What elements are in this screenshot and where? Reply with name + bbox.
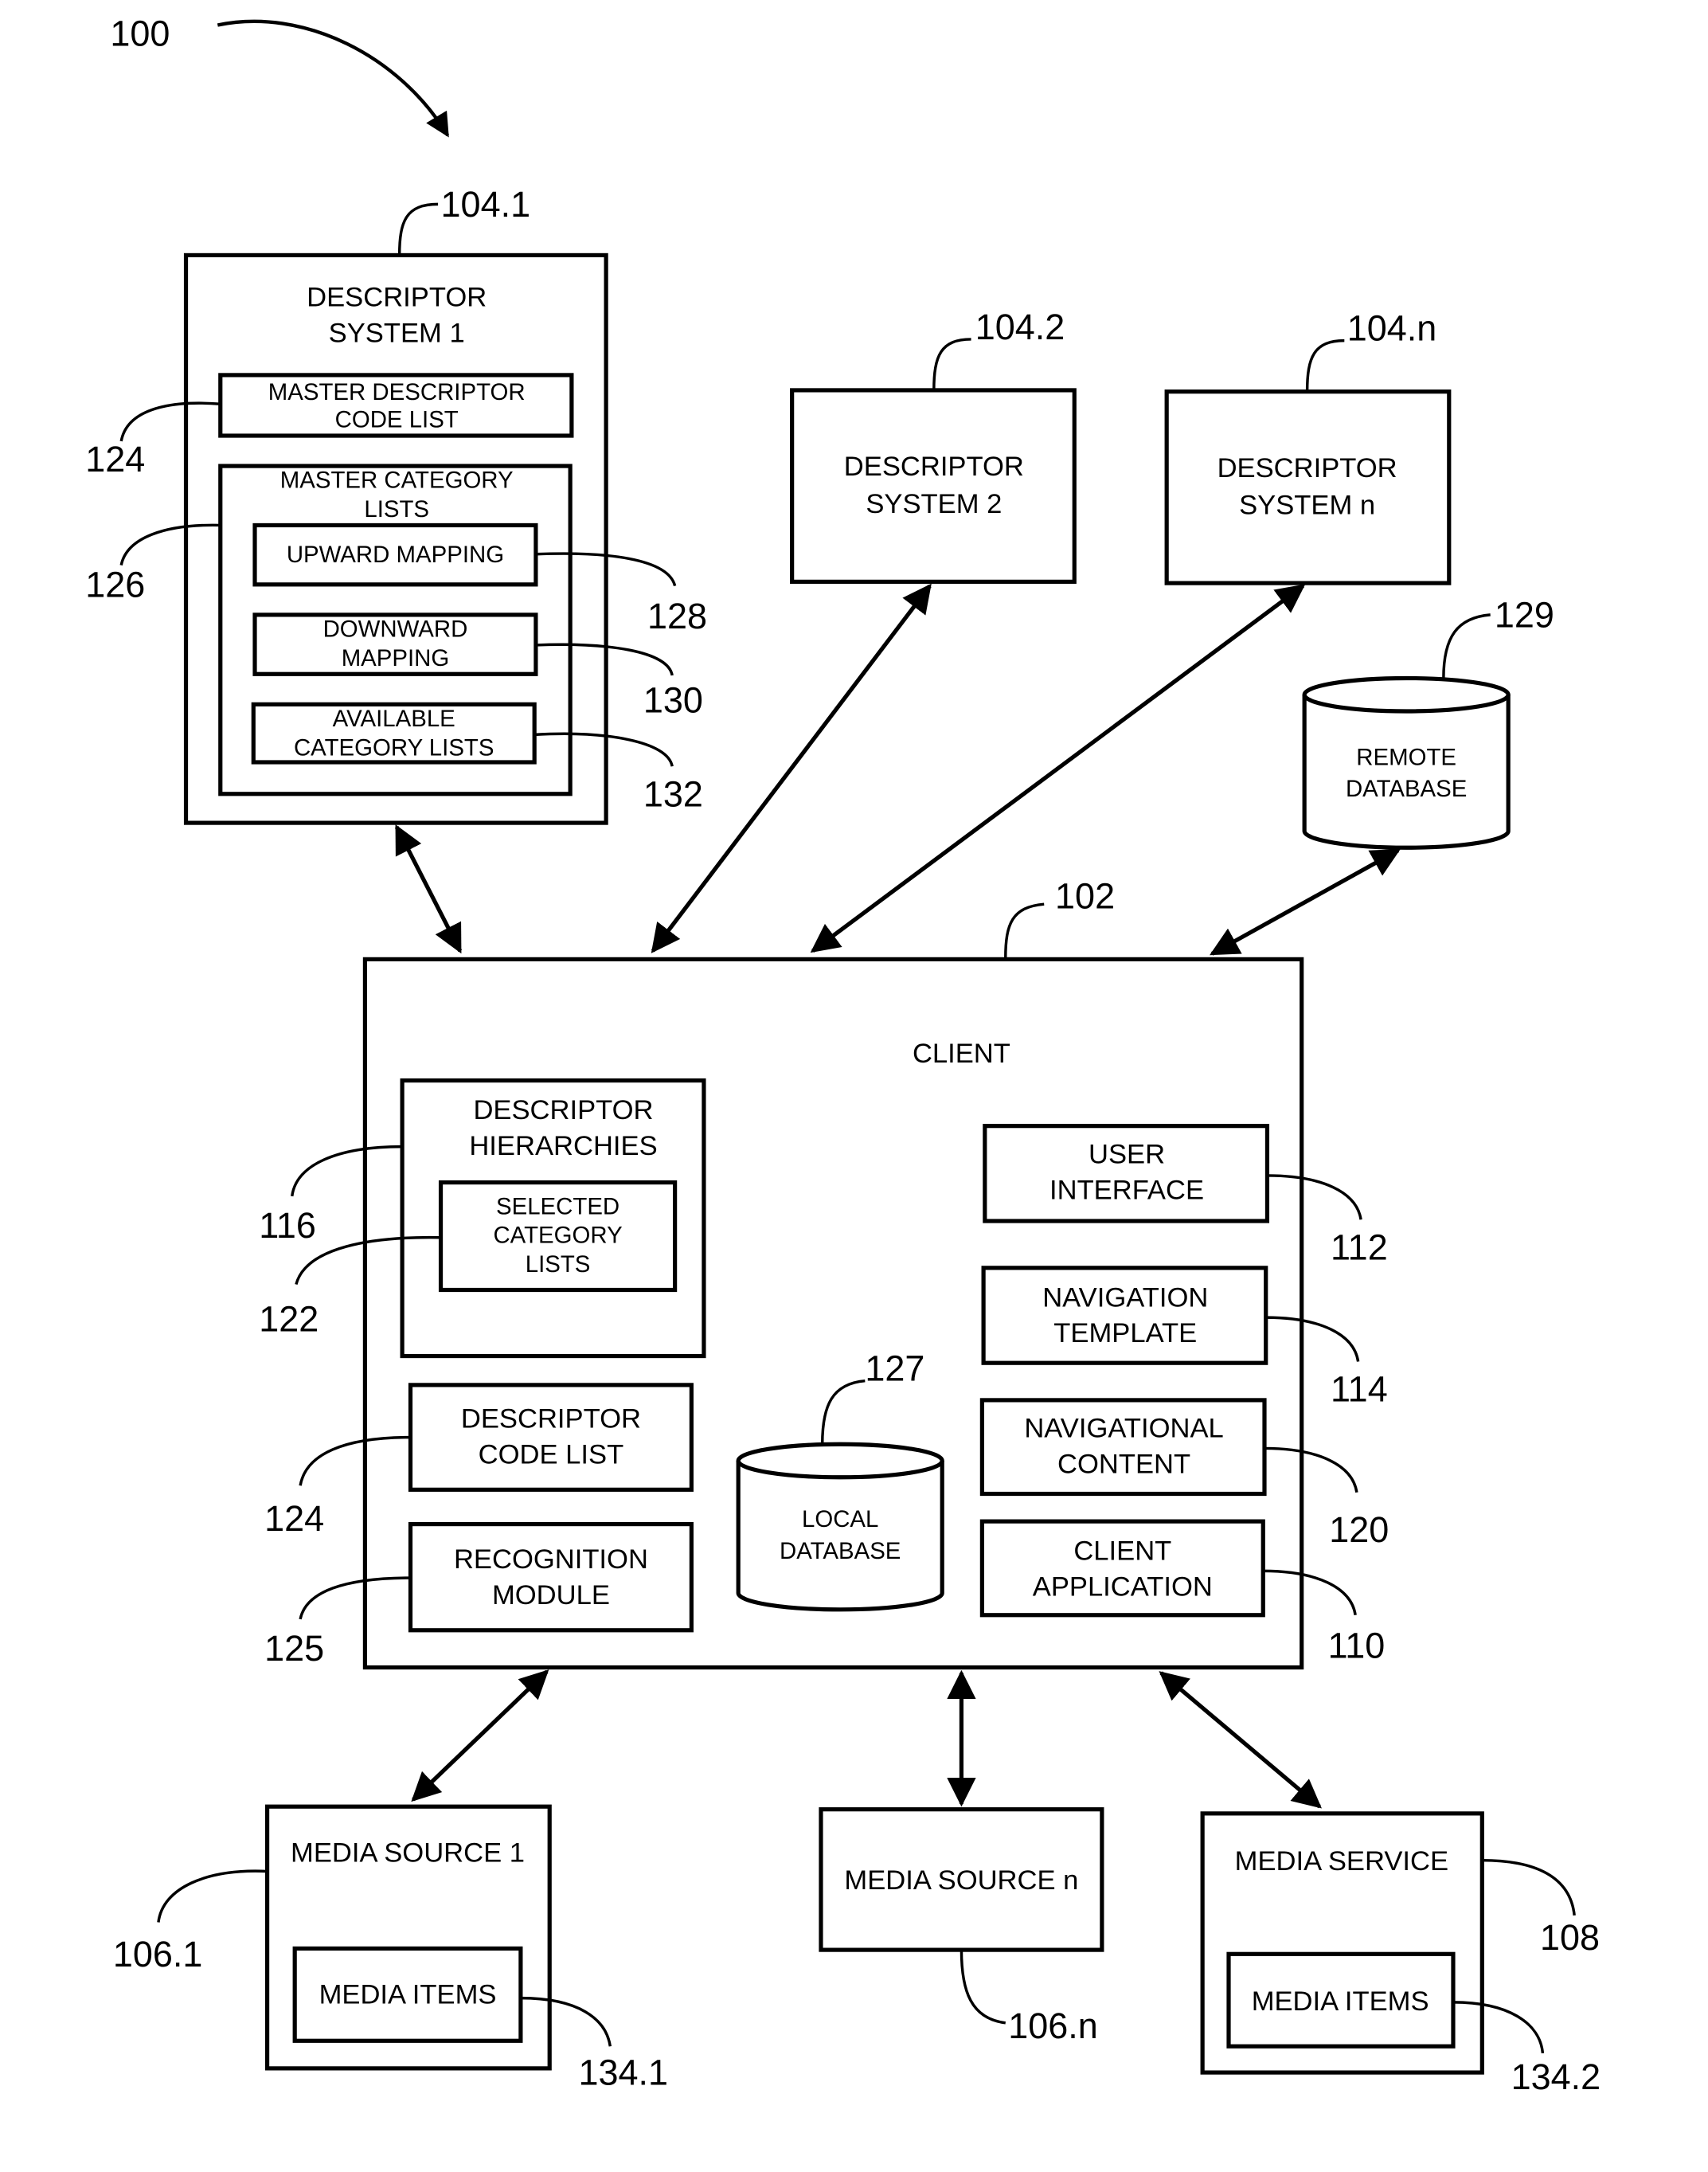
ref-130: 130 bbox=[643, 680, 703, 721]
connector-client-media-service bbox=[1159, 1671, 1322, 1809]
selected-category-lists-line3: LISTS bbox=[526, 1251, 591, 1278]
ref-114: 114 bbox=[1331, 1369, 1388, 1410]
available-category-lists-line1: AVAILABLE bbox=[333, 706, 455, 732]
remote-database-cylinder-top bbox=[1302, 675, 1511, 714]
client-application-line1: CLIENT bbox=[1073, 1536, 1171, 1567]
master-category-lists-line1: MASTER CATEGORY bbox=[280, 468, 514, 494]
client: 102 CLIENT DESCRIPTOR HIERARCHIES 116 SE… bbox=[259, 875, 1389, 1670]
leader-106-n bbox=[960, 1950, 1006, 2025]
ref-104-2: 104.2 bbox=[975, 307, 1065, 347]
remote-database: 129 REMOTE DATABASE bbox=[1302, 594, 1554, 850]
ref-134-1: 134.1 bbox=[579, 2053, 669, 2093]
media-source-1-title: MEDIA SOURCE 1 bbox=[291, 1837, 525, 1868]
leader-104-n bbox=[1305, 339, 1345, 392]
descriptor-system-2-box bbox=[790, 388, 1077, 584]
descriptor-hierarchies-line1: DESCRIPTOR bbox=[473, 1095, 653, 1125]
recognition-module-line1: RECOGNITION bbox=[454, 1544, 648, 1575]
ref-110: 110 bbox=[1328, 1625, 1386, 1665]
navigational-content-line2: CONTENT bbox=[1057, 1450, 1190, 1480]
navigational-content-line1: NAVIGATIONAL bbox=[1024, 1414, 1223, 1444]
ref-112: 112 bbox=[1331, 1227, 1388, 1267]
system-diagram: 100 104.1 DESCRIPTOR SYSTEM 1 MASTER DES… bbox=[85, 13, 1601, 2097]
ref-134-2: 134.2 bbox=[1511, 2057, 1601, 2097]
ref-116: 116 bbox=[259, 1205, 316, 1246]
client-title: CLIENT bbox=[913, 1039, 1010, 1069]
media-items-2-label: MEDIA ITEMS bbox=[1252, 1986, 1429, 2017]
ref-124-client: 124 bbox=[264, 1498, 324, 1539]
ref-128: 128 bbox=[647, 596, 707, 636]
leader-108 bbox=[1482, 1858, 1576, 1916]
descriptor-system-n: 104.n DESCRIPTOR SYSTEM n bbox=[1164, 308, 1452, 585]
navigation-template-line2: TEMPLATE bbox=[1053, 1318, 1197, 1348]
master-category-lists-line2: LISTS bbox=[364, 496, 429, 522]
connector-client-media-source-1 bbox=[411, 1669, 549, 1802]
leader-102 bbox=[1004, 902, 1045, 958]
media-service: MEDIA SERVICE 108 MEDIA ITEMS 134.2 bbox=[1200, 1811, 1601, 2097]
descriptor-system-n-line2: SYSTEM n bbox=[1239, 491, 1375, 521]
ref-104-n: 104.n bbox=[1347, 308, 1437, 349]
recognition-module-line2: MODULE bbox=[492, 1580, 610, 1610]
remote-database-cylinder-body bbox=[1302, 695, 1511, 850]
descriptor-system-1: 104.1 DESCRIPTOR SYSTEM 1 MASTER DESCRIP… bbox=[85, 184, 707, 825]
connector-ds1-client bbox=[394, 824, 463, 954]
descriptor-system-2: 104.2 DESCRIPTOR SYSTEM 2 bbox=[790, 307, 1077, 584]
media-items-1-label: MEDIA ITEMS bbox=[319, 1980, 497, 2010]
leader-104-1 bbox=[397, 202, 439, 256]
descriptor-system-n-box bbox=[1164, 389, 1452, 585]
ref-106-n: 106.n bbox=[1008, 2006, 1098, 2046]
descriptor-code-list-line1: DESCRIPTOR bbox=[461, 1404, 641, 1434]
local-database-line2: DATABASE bbox=[780, 1538, 901, 1564]
ref-120: 120 bbox=[1329, 1509, 1389, 1550]
descriptor-system-1-title-line1: DESCRIPTOR bbox=[307, 282, 487, 312]
local-database-line1: LOCAL bbox=[802, 1506, 878, 1532]
ref-106-1: 106.1 bbox=[113, 1934, 203, 1974]
ref-108: 108 bbox=[1540, 1917, 1600, 1958]
figure-ref-arrow bbox=[217, 19, 450, 138]
descriptor-code-list-box bbox=[408, 1383, 694, 1492]
ref-132: 132 bbox=[643, 773, 703, 814]
leader-129 bbox=[1442, 613, 1491, 679]
recognition-module-box bbox=[408, 1521, 694, 1633]
leader-104-2 bbox=[932, 338, 971, 390]
ref-104-1: 104.1 bbox=[441, 184, 531, 225]
media-service-title: MEDIA SERVICE bbox=[1235, 1846, 1448, 1877]
ref-122: 122 bbox=[259, 1298, 319, 1339]
selected-category-lists-line2: CATEGORY bbox=[493, 1223, 622, 1249]
ref-129: 129 bbox=[1495, 594, 1554, 635]
selected-category-lists-line1: SELECTED bbox=[496, 1193, 619, 1219]
connector-remote-db-client bbox=[1210, 848, 1401, 956]
leader-106-1 bbox=[157, 1869, 268, 1923]
media-source-1: MEDIA SOURCE 1 106.1 MEDIA ITEMS 134.1 bbox=[113, 1804, 669, 2093]
ref-102: 102 bbox=[1055, 875, 1115, 916]
descriptor-system-n-line1: DESCRIPTOR bbox=[1217, 453, 1397, 483]
downward-mapping-line1: DOWNWARD bbox=[323, 616, 468, 643]
user-interface-line1: USER bbox=[1089, 1139, 1165, 1169]
navigation-template-line1: NAVIGATION bbox=[1042, 1282, 1208, 1313]
ref-125: 125 bbox=[264, 1628, 324, 1669]
upward-mapping-label: UPWARD MAPPING bbox=[287, 542, 504, 568]
user-interface-line2: INTERFACE bbox=[1049, 1175, 1204, 1205]
ref-126: 126 bbox=[85, 564, 145, 605]
descriptor-hierarchies-line2: HIERARCHIES bbox=[469, 1131, 657, 1161]
remote-database-line1: REMOTE bbox=[1356, 744, 1456, 770]
descriptor-system-2-line1: DESCRIPTOR bbox=[844, 452, 1024, 482]
descriptor-system-2-line2: SYSTEM 2 bbox=[866, 489, 1002, 519]
downward-mapping-line2: MAPPING bbox=[342, 645, 450, 671]
master-descriptor-code-list-line2: CODE LIST bbox=[335, 407, 459, 433]
descriptor-code-list-line2: CODE LIST bbox=[479, 1439, 624, 1470]
remote-database-line2: DATABASE bbox=[1346, 776, 1467, 802]
ref-124-top: 124 bbox=[85, 439, 145, 479]
available-category-lists-line2: CATEGORY LISTS bbox=[294, 734, 494, 761]
media-source-n: MEDIA SOURCE n 106.n bbox=[819, 1807, 1104, 2046]
local-database-cylinder-body bbox=[736, 1461, 944, 1612]
descriptor-system-1-title-line2: SYSTEM 1 bbox=[329, 318, 465, 348]
local-database-cylinder-top bbox=[736, 1442, 944, 1480]
figure-ref-label: 100 bbox=[110, 13, 170, 53]
ref-127: 127 bbox=[865, 1348, 924, 1389]
master-descriptor-code-list-line1: MASTER DESCRIPTOR bbox=[268, 379, 526, 405]
client-application-line2: APPLICATION bbox=[1033, 1572, 1213, 1603]
media-source-n-title: MEDIA SOURCE n bbox=[844, 1865, 1078, 1896]
